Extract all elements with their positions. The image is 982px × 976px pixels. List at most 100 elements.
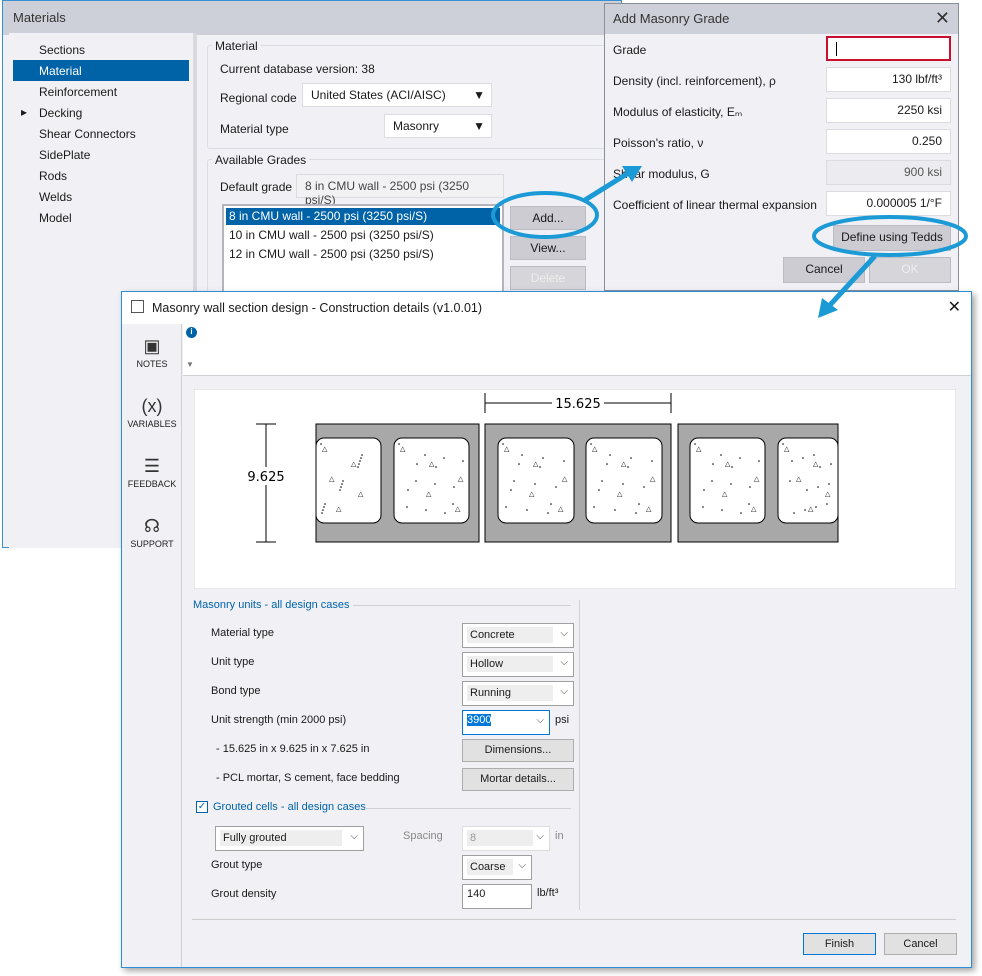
dropdown-arrow-icon: ▼ <box>473 119 485 133</box>
aggregate-dot <box>703 489 705 491</box>
aggregate-mark: △ <box>725 461 731 468</box>
grouted-checkbox[interactable]: ✓ <box>196 801 208 813</box>
grouting-select[interactable]: Fully grouted ⌵ <box>215 826 364 851</box>
aggregate-dot <box>547 512 549 514</box>
chevron-down-icon: ⌵ <box>518 860 526 871</box>
unit-strength-combo[interactable]: 3900 ⌵ <box>462 710 550 735</box>
sidebar-item-shear-connectors[interactable]: Shear Connectors <box>13 123 189 144</box>
unit-type-label: Unit type <box>211 656 255 668</box>
nav-notes[interactable]: ▣ NOTES <box>122 336 182 369</box>
nav-support[interactable]: ☊ SUPPORT <box>122 516 182 549</box>
nav-feedback[interactable]: ☰ FEEDBACK <box>122 456 182 489</box>
nav-variables[interactable]: (x) VARIABLES <box>122 396 182 429</box>
add-grade-button[interactable]: Add... <box>510 206 586 230</box>
grade-input[interactable] <box>826 36 951 61</box>
aggregate-dot <box>793 512 795 514</box>
aggregate-dot <box>534 483 536 485</box>
finish-button[interactable]: Finish <box>803 933 876 955</box>
aggregate-dot <box>815 506 817 508</box>
divider <box>192 919 956 920</box>
material-type-value: Concrete <box>467 627 553 643</box>
material-group-title: Material <box>212 39 261 53</box>
grout-density-input[interactable]: 140 <box>462 884 532 909</box>
aggregate-dot <box>360 457 362 459</box>
close-icon[interactable]: ✕ <box>948 297 961 317</box>
cancel-button[interactable]: Cancel <box>783 257 865 283</box>
aggregate-mark: △ <box>784 446 790 453</box>
aggregate-mark: △ <box>322 446 328 453</box>
aggregate-mark: △ <box>621 461 627 468</box>
material-type-select[interactable]: Concrete ⌵ <box>462 623 574 648</box>
sidebar-item-rods[interactable]: Rods <box>13 165 189 186</box>
grout-type-select[interactable]: Coarse ⌵ <box>462 855 532 880</box>
tedds-titlebar: Masonry wall section design - Constructi… <box>122 292 971 324</box>
unit-type-select[interactable]: Hollow ⌵ <box>462 652 574 677</box>
bond-type-select[interactable]: Running ⌵ <box>462 681 574 706</box>
delete-grade-button[interactable]: Delete <box>510 266 586 290</box>
tedds-cancel-button[interactable]: Cancel <box>884 933 957 955</box>
material-type-label: Material type <box>211 627 274 639</box>
aggregate-dot <box>721 509 723 511</box>
expand-icon[interactable]: ▸ <box>21 105 27 119</box>
regional-code-select[interactable]: United States (ACI/AISC) ▼ <box>302 83 492 107</box>
grade-list-item[interactable]: 12 in CMU wall - 2500 psi (3250 psi/S) <box>226 246 500 263</box>
grades-list[interactable]: 8 in CMU wall - 2500 psi (3250 psi/S) 10 … <box>222 204 504 304</box>
aggregate-dot <box>444 512 446 514</box>
grade-row-label: Density (incl. reinforcement), ρ <box>613 74 776 88</box>
tedds-title: Masonry wall section design - Constructi… <box>152 301 483 315</box>
sidebar-item-decking[interactable]: ▸ Decking <box>13 102 189 123</box>
aggregate-mark: △ <box>650 476 656 483</box>
sidebar-item-sideplate[interactable]: SidePlate <box>13 144 189 165</box>
aggregate-mark: △ <box>533 461 539 468</box>
dimensions-button[interactable]: Dimensions... <box>462 739 574 762</box>
aggregate-dot <box>609 454 611 456</box>
mortar-details-button[interactable]: Mortar details... <box>462 768 574 791</box>
view-grade-button[interactable]: View... <box>510 236 586 260</box>
grout-density-unit: lb/ft³ <box>537 887 559 899</box>
chevron-down-icon: ⌵ <box>560 628 568 639</box>
grade-row-label: Coefficient of linear thermal expansion <box>613 198 817 212</box>
material-type-select[interactable]: Masonry ▼ <box>384 114 492 138</box>
aggregate-dot <box>443 457 445 459</box>
info-icon[interactable]: i <box>186 327 197 338</box>
spacing-select[interactable]: 8 ⌵ <box>462 826 550 851</box>
feedback-icon: ☰ <box>143 456 161 476</box>
define-using-tedds-button[interactable]: Define using Tedds <box>833 225 951 251</box>
grade-row-label: Modulus of elasticity, Eₘ <box>613 105 743 119</box>
aggregate-dot <box>813 454 815 456</box>
expand-arrow-icon[interactable]: ▼ <box>186 360 194 369</box>
grade-row-value[interactable]: 0.250 <box>826 129 951 154</box>
unit-strength-value: 3900 <box>467 714 492 726</box>
notes-icon: ▣ <box>143 336 161 356</box>
ok-button[interactable]: OK <box>869 257 951 283</box>
aggregate-dot <box>361 454 363 456</box>
close-icon[interactable]: ✕ <box>935 8 950 29</box>
aggregate-mark: △ <box>696 446 702 453</box>
grade-row-value[interactable]: 2250 ksi <box>826 98 951 123</box>
add-grade-title: Add Masonry Grade <box>605 4 958 34</box>
aggregate-dot <box>817 486 819 488</box>
dimensions-text: - 15.625 in x 9.625 in x 7.625 in <box>216 743 370 755</box>
aggregate-dot <box>415 480 417 482</box>
aggregate-mark: △ <box>825 491 831 498</box>
grade-row-value[interactable]: 0.000005 1/°F <box>826 191 951 216</box>
grouting-value: Fully grouted <box>220 830 342 846</box>
regional-code-value: United States (ACI/AISC) <box>311 88 446 102</box>
aggregate-mark: △ <box>504 446 510 453</box>
divider <box>365 808 571 809</box>
aggregate-dot <box>406 506 408 508</box>
grade-list-item[interactable]: 8 in CMU wall - 2500 psi (3250 psi/S) <box>226 208 500 225</box>
sidebar-item-material[interactable]: Material <box>13 60 189 81</box>
sidebar-item-welds[interactable]: Welds <box>13 186 189 207</box>
sidebar-item-reinforcement[interactable]: Reinforcement <box>13 81 189 102</box>
aggregate-mark: △ <box>558 506 564 513</box>
bond-type-label: Bond type <box>211 685 261 697</box>
grade-row-value[interactable]: 130 lbf/ft³ <box>826 67 951 92</box>
chevron-down-icon: ⌵ <box>560 686 568 697</box>
sidebar-item-sections[interactable]: Sections <box>13 39 189 60</box>
sidebar-item-model[interactable]: Model <box>13 207 189 228</box>
grade-list-item[interactable]: 10 in CMU wall - 2500 psi (3250 psi/S) <box>226 227 500 244</box>
aggregate-dot <box>720 454 722 456</box>
aggregate-dot <box>462 460 464 462</box>
aggregate-dot <box>622 483 624 485</box>
